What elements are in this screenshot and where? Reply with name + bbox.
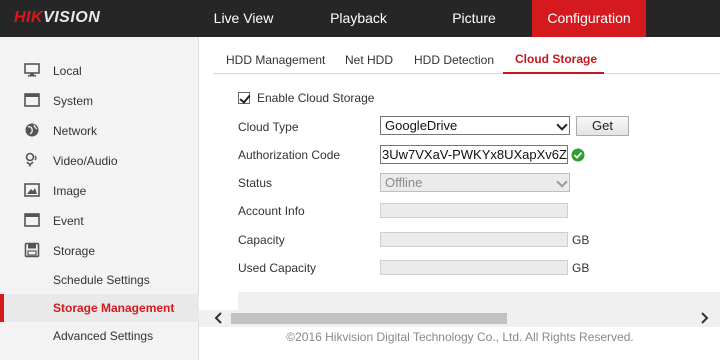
authorization-code-input[interactable]: 3Uw7VXaV-PWKYx8UXapXv6Zo <box>380 145 568 164</box>
chevron-left-icon[interactable] <box>212 311 226 325</box>
cloud-type-select[interactable]: GoogleDrive <box>380 116 570 135</box>
footer-copyright: ©2016 Hikvision Digital Technology Co., … <box>286 330 634 344</box>
scrollbar-thumb[interactable] <box>231 313 507 324</box>
used-capacity-label: Used Capacity <box>238 261 317 275</box>
sidebar-item-label: Network <box>53 124 98 138</box>
tab-cloud-storage[interactable]: Cloud Storage <box>515 52 597 66</box>
nav-picture[interactable]: Picture <box>436 0 512 37</box>
nav-playback[interactable]: Playback <box>316 0 401 37</box>
sidebar-subitem-advanced-settings[interactable]: Advanced Settings <box>0 322 199 350</box>
monitor-icon <box>24 62 40 78</box>
sidebar-item-label: Video/Audio <box>53 154 118 168</box>
used-capacity-field <box>380 260 568 275</box>
sidebar-subitem-label: Storage Management <box>53 301 175 315</box>
status-label: Status <box>238 176 273 190</box>
window-icon <box>24 92 40 108</box>
calendar-icon <box>24 212 40 228</box>
check-circle-icon <box>571 148 585 162</box>
capacity-field <box>380 232 568 247</box>
disk-icon <box>24 242 40 258</box>
chevron-right-icon[interactable] <box>697 311 711 325</box>
capacity-unit: GB <box>572 233 590 247</box>
get-button[interactable]: Get <box>576 116 629 136</box>
used-capacity-unit: GB <box>572 261 590 275</box>
sidebar-item-label: Image <box>53 184 87 198</box>
account-info-label: Account Info <box>238 204 305 218</box>
enable-cloud-storage-label: Enable Cloud Storage <box>257 91 375 105</box>
logo-white-text: VISION <box>43 9 101 26</box>
sidebar-subitem-label: Schedule Settings <box>53 273 150 287</box>
status-value: Offline <box>385 175 423 190</box>
chevron-down-icon <box>556 176 568 188</box>
sidebar-subitem-storage-management[interactable]: Storage Management <box>0 294 199 322</box>
top-nav-bar: HIKVISION Live View Playback Picture Con… <box>0 0 720 37</box>
hikvision-logo: HIKVISION <box>14 9 100 27</box>
sidebar-subitem-schedule-settings[interactable]: Schedule Settings <box>0 266 199 294</box>
account-info-field <box>380 203 568 218</box>
sidebar-item-label: Storage <box>53 244 96 258</box>
sidebar-item-label: Local <box>53 64 82 78</box>
sidebar-item-event[interactable]: Event <box>0 207 199 235</box>
authorization-code-label: Authorization Code <box>238 148 341 162</box>
nav-configuration[interactable]: Configuration <box>532 0 646 37</box>
tab-net-hdd[interactable]: Net HDD <box>345 53 393 67</box>
content-panel-bottom <box>238 292 720 312</box>
active-tab-indicator <box>503 72 604 74</box>
chevron-down-icon <box>556 119 568 131</box>
sidebar-item-local[interactable]: Local <box>0 57 199 85</box>
sidebar-item-image[interactable]: Image <box>0 177 199 205</box>
tab-hdd-management[interactable]: HDD Management <box>226 53 325 67</box>
sidebar-item-network[interactable]: Network <box>0 117 199 145</box>
nav-live-view[interactable]: Live View <box>200 0 287 37</box>
sidebar-item-video-audio[interactable]: Video/Audio <box>0 147 199 175</box>
sidebar-item-label: System <box>53 94 94 108</box>
globe-icon <box>24 122 40 138</box>
cloud-type-value: GoogleDrive <box>385 118 458 133</box>
tab-bar: HDD Management Net HDD HDD Detection Clo… <box>213 48 720 74</box>
tab-hdd-detection[interactable]: HDD Detection <box>414 53 494 67</box>
microphone-icon <box>24 152 40 168</box>
image-icon <box>24 182 40 198</box>
sidebar-item-system[interactable]: System <box>0 87 199 115</box>
capacity-label: Capacity <box>238 233 285 247</box>
sidebar-item-storage[interactable]: Storage <box>0 237 199 265</box>
status-select: Offline <box>380 173 570 192</box>
enable-cloud-storage-checkbox[interactable] <box>238 92 250 104</box>
sidebar-item-label: Event <box>53 214 84 228</box>
logo-red-text: HIK <box>14 9 44 26</box>
sidebar-subitem-label: Advanced Settings <box>53 329 154 343</box>
cloud-type-label: Cloud Type <box>238 120 299 134</box>
